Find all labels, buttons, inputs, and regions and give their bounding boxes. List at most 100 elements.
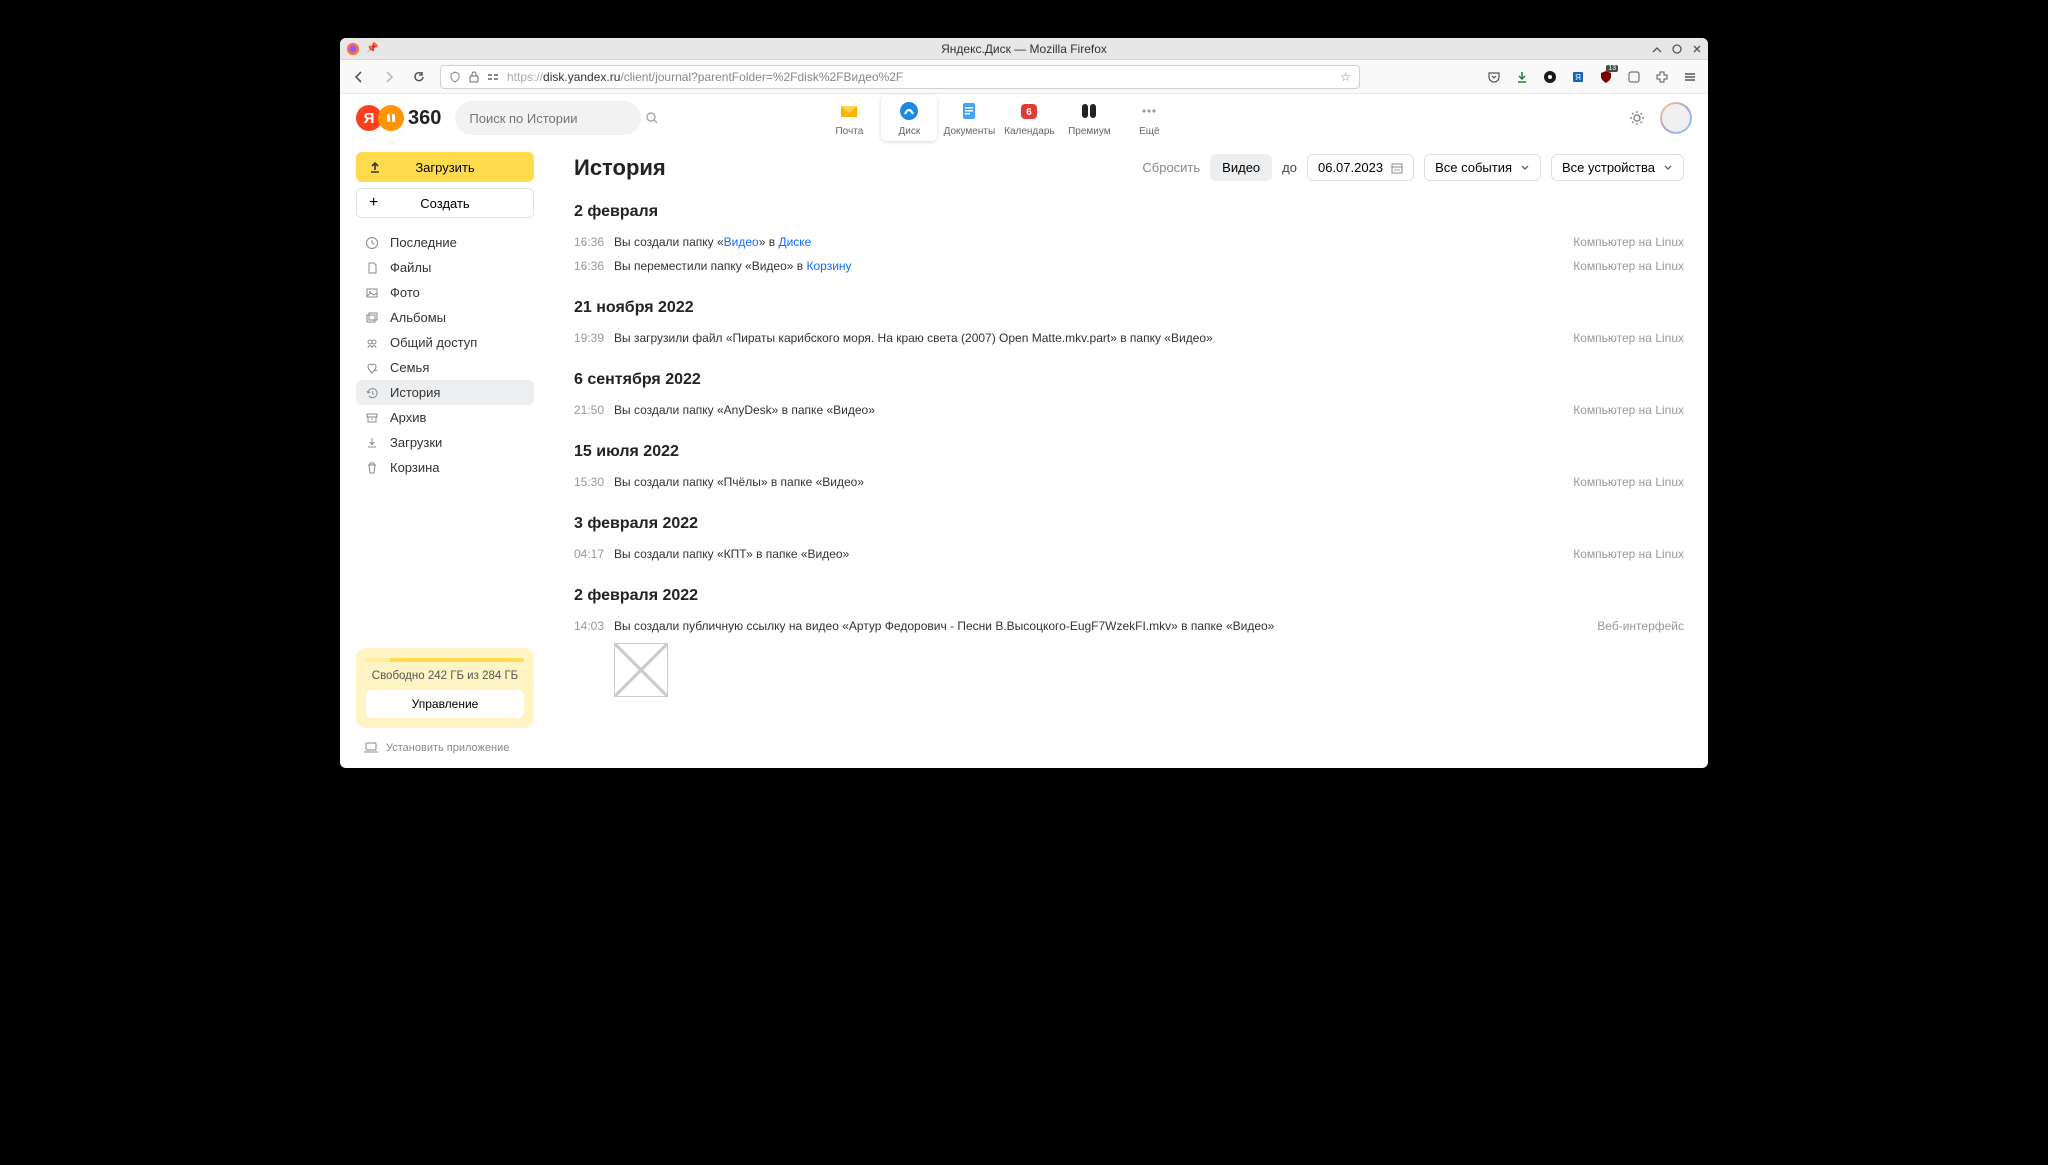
history-group: 2 февраля 202214:03Вы создали публичную … bbox=[574, 587, 1684, 697]
app-Календарь[interactable]: 6Календарь bbox=[1001, 95, 1057, 141]
account-icon[interactable] bbox=[1626, 69, 1642, 85]
app-icon bbox=[1077, 99, 1101, 123]
search-input[interactable] bbox=[469, 111, 645, 126]
event-time: 19:39 bbox=[574, 331, 614, 345]
downloads-icon[interactable] bbox=[1514, 69, 1530, 85]
group-date: 3 февраля 2022 bbox=[574, 515, 1684, 533]
app-header: Я 360 ПочтаДискДокументы6КалендарьПремиу… bbox=[340, 94, 1708, 142]
trash-icon bbox=[364, 461, 380, 475]
ublock-badge: 13 bbox=[1606, 65, 1618, 72]
event-text: Вы создали папку «КПТ» в папке «Видео» bbox=[614, 547, 1553, 561]
event-link[interactable]: Корзину bbox=[806, 259, 851, 273]
event-text: Вы переместили папку «Видео» в Корзину bbox=[614, 259, 1553, 273]
sidebar-item-clock[interactable]: Последние bbox=[356, 230, 534, 255]
sidebar-item-share[interactable]: Общий доступ bbox=[356, 330, 534, 355]
app-icon bbox=[957, 99, 981, 123]
image-icon bbox=[364, 286, 380, 300]
manage-storage-button[interactable]: Управление bbox=[366, 690, 524, 718]
sidebar-item-archive[interactable]: Архив bbox=[356, 405, 534, 430]
plus-icon: + bbox=[369, 194, 378, 212]
history-event: 16:36Вы переместили папку «Видео» в Корз… bbox=[574, 259, 1684, 273]
bookmark-star-icon[interactable]: ☆ bbox=[1340, 70, 1351, 84]
menu-icon[interactable] bbox=[1682, 69, 1698, 85]
browser-window: 📌 Яндекс.Диск — Mozilla Firefox bbox=[340, 38, 1708, 768]
event-text: Вы создали папку «AnyDesk» в папке «Виде… bbox=[614, 403, 1553, 417]
sidebar-item-history[interactable]: История bbox=[356, 380, 534, 405]
search-box[interactable] bbox=[455, 101, 641, 135]
create-button[interactable]: + Создать bbox=[356, 188, 534, 218]
album-icon bbox=[364, 311, 380, 325]
filter-devices[interactable]: Все устройства bbox=[1551, 154, 1684, 181]
yandex-360-logo[interactable]: Я 360 bbox=[356, 105, 441, 131]
sidebar-item-file[interactable]: Файлы bbox=[356, 255, 534, 280]
filter-events[interactable]: Все события bbox=[1424, 154, 1541, 181]
forward-button[interactable] bbox=[380, 68, 398, 86]
sidebar-item-image[interactable]: Фото bbox=[356, 280, 534, 305]
upload-icon bbox=[368, 160, 382, 174]
history-group: 21 ноября 2022 19:39Вы загрузили файл «Пи… bbox=[574, 299, 1684, 345]
app-Почта[interactable]: Почта bbox=[821, 95, 877, 141]
extension-ublock-icon[interactable]: 13 bbox=[1598, 69, 1614, 85]
upload-button[interactable]: Загрузить bbox=[356, 152, 534, 182]
extension-icon-2[interactable]: Я bbox=[1570, 69, 1586, 85]
event-text: Вы создали публичную ссылку на видео «Ар… bbox=[614, 619, 1577, 633]
extensions-icon[interactable] bbox=[1654, 69, 1670, 85]
back-button[interactable] bbox=[350, 68, 368, 86]
archive-icon bbox=[364, 411, 380, 425]
window-titlebar: 📌 Яндекс.Диск — Mozilla Firefox bbox=[340, 38, 1708, 60]
sidebar-item-heart[interactable]: Семья bbox=[356, 355, 534, 380]
url-field[interactable]: https://disk.yandex.ru/client/journal?pa… bbox=[440, 65, 1360, 89]
event-device: Компьютер на Linux bbox=[1573, 547, 1684, 561]
event-text: Вы создали папку «Видео» в Диске bbox=[614, 235, 1553, 249]
firefox-icon bbox=[346, 42, 360, 56]
event-time: 16:36 bbox=[574, 235, 614, 249]
download-icon bbox=[364, 436, 380, 450]
event-device: Веб-интерфейс bbox=[1597, 619, 1684, 633]
history-group: 6 сентября 202221:50Вы создали папку «An… bbox=[574, 371, 1684, 417]
storage-bar bbox=[366, 658, 524, 662]
sidebar-item-album[interactable]: Альбомы bbox=[356, 305, 534, 330]
filter-date[interactable]: 06.07.2023 bbox=[1307, 154, 1414, 181]
user-avatar[interactable] bbox=[1660, 102, 1692, 134]
event-link[interactable]: Видео bbox=[724, 235, 759, 249]
shield-icon bbox=[449, 71, 461, 83]
event-time: 14:03 bbox=[574, 619, 614, 633]
extension-icon-1[interactable] bbox=[1542, 69, 1558, 85]
svg-text:Я: Я bbox=[1575, 73, 1581, 82]
pin-icon[interactable]: 📌 bbox=[366, 43, 378, 54]
share-icon bbox=[364, 336, 380, 350]
storage-card: Свободно 242 ГБ из 284 ГБ Управление bbox=[356, 648, 534, 728]
file-icon bbox=[364, 261, 380, 275]
filter-reset[interactable]: Сбросить bbox=[1142, 160, 1200, 175]
history-event: 19:39Вы загрузили файл «Пираты карибског… bbox=[574, 331, 1684, 345]
clock-icon bbox=[364, 236, 380, 250]
app-Диск[interactable]: Диск bbox=[881, 95, 937, 141]
app-icon bbox=[897, 99, 921, 123]
sidebar: Загрузить + Создать ПоследниеФайлыФотоАл… bbox=[340, 142, 550, 768]
app-Премиум[interactable]: Премиум bbox=[1061, 95, 1117, 141]
history-event: 21:50Вы создали папку «AnyDesk» в папке … bbox=[574, 403, 1684, 417]
app-Документы[interactable]: Документы bbox=[941, 95, 997, 141]
window-maximize[interactable] bbox=[1672, 44, 1682, 54]
event-link[interactable]: Диске bbox=[778, 235, 811, 249]
lock-icon bbox=[469, 71, 479, 83]
permissions-icon[interactable] bbox=[487, 71, 499, 83]
pocket-icon[interactable] bbox=[1486, 69, 1502, 85]
app-icon: 6 bbox=[1017, 99, 1041, 123]
settings-icon[interactable] bbox=[1628, 109, 1646, 127]
sidebar-item-trash[interactable]: Корзина bbox=[356, 455, 534, 480]
reload-button[interactable] bbox=[410, 68, 428, 86]
event-text: Вы загрузили файл «Пираты карибского мор… bbox=[614, 331, 1553, 345]
window-minimize[interactable] bbox=[1652, 44, 1662, 54]
window-close[interactable] bbox=[1692, 44, 1702, 54]
history-event: 15:30Вы создали папку «Пчёлы» в папке «В… bbox=[574, 475, 1684, 489]
history-event: 04:17Вы создали папку «КПТ» в папке «Вид… bbox=[574, 547, 1684, 561]
page-title: История bbox=[574, 155, 666, 181]
filter-type[interactable]: Видео bbox=[1210, 154, 1272, 181]
event-thumbnail[interactable] bbox=[614, 643, 668, 697]
sidebar-item-download[interactable]: Загрузки bbox=[356, 430, 534, 455]
group-date: 21 ноября 2022 bbox=[574, 299, 1684, 317]
app-Ещё[interactable]: Ещё bbox=[1121, 95, 1177, 141]
app-icon bbox=[837, 99, 861, 123]
install-app-link[interactable]: Установить приложение bbox=[356, 738, 534, 758]
